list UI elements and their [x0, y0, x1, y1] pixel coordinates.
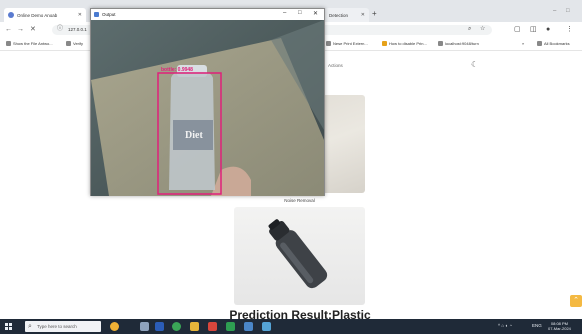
- bookmark-item[interactable]: Verify: [66, 41, 83, 46]
- file-explorer-icon[interactable]: [190, 322, 199, 331]
- taskbar: ⌕ Type here to search ^ ⌂ ◐ ◔ ENG 08:08 …: [0, 319, 582, 334]
- word-icon[interactable]: [155, 322, 164, 331]
- camera-feed: Diet bottle: 0.9948: [91, 20, 324, 196]
- sidebar-icon[interactable]: ◫: [530, 25, 537, 34]
- app-icon: [94, 12, 99, 17]
- bookmark-icon: [382, 41, 387, 46]
- camera-frame: Diet: [91, 20, 324, 196]
- window-maximize-button[interactable]: □: [566, 8, 570, 14]
- output-window-title: Output: [102, 12, 116, 17]
- more-bookmarks-button[interactable]: »: [522, 41, 524, 46]
- bookmark-item[interactable]: How to disable Prin...: [382, 41, 427, 46]
- dark-mode-toggle-icon[interactable]: ☾: [471, 60, 478, 69]
- taskbar-search-input[interactable]: ⌕ Type here to search: [25, 321, 101, 332]
- paint-icon[interactable]: [208, 322, 217, 331]
- bookmark-icon: [66, 41, 71, 46]
- maximize-button[interactable]: □: [298, 10, 302, 16]
- search-icon: ⌕: [28, 323, 32, 330]
- windows-start-icon[interactable]: [5, 323, 12, 330]
- scroll-to-top-button[interactable]: ⌃: [570, 295, 582, 307]
- search-placeholder: Type here to search: [37, 324, 77, 329]
- bookmark-star-icon[interactable]: ☆: [480, 25, 485, 34]
- browser-tab-online-demo[interactable]: Online Demo Anoab ✕: [4, 8, 86, 22]
- output-window[interactable]: Output – □ ✕ Diet bottle: 0.9948: [90, 8, 325, 196]
- tab-label: Online Demo Anoab: [17, 12, 58, 18]
- tab-label: Detection: [329, 12, 349, 18]
- tab-favicon-icon: [8, 12, 14, 18]
- site-info-icon[interactable]: ⓘ: [57, 25, 63, 34]
- bottle-photo: [268, 219, 328, 289]
- url-text: 127.0.0.1: [68, 27, 87, 32]
- bookmark-item[interactable]: Nese Print Extern...: [326, 41, 368, 46]
- extensions-icon[interactable]: ▢: [514, 25, 521, 34]
- close-tab-icon[interactable]: ✕: [361, 12, 365, 18]
- bookmark-icon: [438, 41, 443, 46]
- all-bookmarks-button[interactable]: All Bookmarks: [537, 41, 570, 46]
- output-window-titlebar[interactable]: Output – □ ✕: [91, 9, 324, 20]
- new-tab-button[interactable]: +: [372, 9, 377, 19]
- input-language[interactable]: ENG: [532, 323, 542, 328]
- noise-removed-image: [234, 207, 365, 305]
- bookmark-icon: [326, 41, 331, 46]
- tray-icons[interactable]: ^ ⌂ ◐ ◔: [498, 323, 512, 328]
- profile-avatar-icon[interactable]: ●: [546, 25, 550, 34]
- spreadsheet-icon[interactable]: [226, 322, 235, 331]
- bookmark-item[interactable]: Show the File Antwo...: [6, 41, 53, 46]
- python-icon[interactable]: [244, 322, 253, 331]
- zoom-icon[interactable]: ⌕: [468, 25, 471, 34]
- browser-tab-detection[interactable]: Detection ✕: [325, 8, 369, 22]
- task-view-icon[interactable]: [140, 322, 149, 331]
- chrome-icon[interactable]: [172, 322, 181, 331]
- bottle-label-logo: Diet: [185, 130, 203, 141]
- clock-date: 07-Mar-2024: [548, 326, 571, 331]
- minimize-button[interactable]: –: [283, 10, 286, 16]
- noise-removal-caption: Noise Removal: [284, 198, 315, 203]
- stop-loading-icon[interactable]: ✕: [30, 25, 36, 34]
- bookmark-icon: [6, 41, 11, 46]
- window-minimize-button[interactable]: –: [553, 8, 556, 14]
- close-button[interactable]: ✕: [313, 10, 318, 17]
- app-window-icon[interactable]: [262, 322, 271, 331]
- back-arrow-icon[interactable]: ←: [5, 25, 12, 34]
- forward-arrow-icon[interactable]: →: [17, 25, 24, 34]
- nav-link[interactable]: Actions: [328, 63, 343, 68]
- cortana-icon[interactable]: [110, 322, 119, 331]
- folder-icon: [537, 41, 542, 46]
- taskbar-clock[interactable]: 08:08 PM 07-Mar-2024: [548, 321, 571, 331]
- close-tab-icon[interactable]: ✕: [78, 12, 82, 18]
- menu-kebab-icon[interactable]: ⋮: [566, 25, 573, 34]
- bookmark-item[interactable]: localhost:9048/turn: [438, 41, 479, 46]
- detection-label: bottle: 0.9948: [161, 67, 193, 73]
